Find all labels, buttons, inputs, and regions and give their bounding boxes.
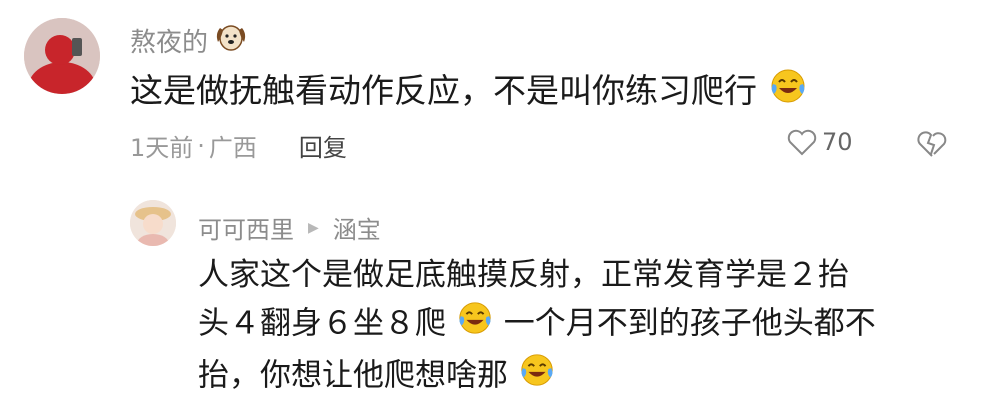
comment-author[interactable]: 熬夜的 xyxy=(130,22,248,59)
reply-line: 人家这个是做足底触摸反射，正常发育学是２抬 xyxy=(198,257,849,293)
comment-meta: 1天前 · 广西 回复 xyxy=(130,128,347,163)
reply-line-part: 一个月不到的孩子他头都不 xyxy=(503,305,876,342)
tears-of-joy-icon xyxy=(518,351,556,403)
avatar[interactable] xyxy=(24,18,100,94)
reply-line-part: 头４翻身６坐８爬 xyxy=(198,305,446,342)
comment-text: 这是做抚触看动作反应，不是叫你练习爬行 xyxy=(130,71,757,110)
like-button[interactable]: 70 xyxy=(786,128,853,156)
reply-text: 人家这个是做足底触摸反射，正常发育学是２抬 头４翻身６坐８爬 一个月不到的孩子他… xyxy=(198,252,876,403)
reply-author[interactable]: 可可西里 xyxy=(198,210,294,245)
dog-face-icon xyxy=(214,22,248,59)
reply-line: 头４翻身６坐８爬 一个月不到的孩子他头都不 xyxy=(198,299,876,351)
comment-text-row: 这是做抚触看动作反应，不是叫你练习爬行 xyxy=(130,66,808,119)
like-count: 70 xyxy=(822,128,853,156)
reply-line: 抬，你想让他爬想啥那 xyxy=(198,351,876,403)
heart-icon xyxy=(786,128,818,156)
comment-location: 广西 xyxy=(208,134,257,162)
meta-separator: · xyxy=(197,131,205,160)
reply-button[interactable]: 回复 xyxy=(299,128,347,163)
reply-arrow-icon: ▶ xyxy=(308,219,319,236)
broken-heart-icon xyxy=(916,131,948,162)
reply-line-part: 抬，你想让他爬想啥那 xyxy=(198,357,508,394)
comment-author-name: 熬夜的 xyxy=(130,28,209,58)
dislike-button[interactable] xyxy=(916,130,948,162)
tears-of-joy-icon xyxy=(768,66,808,119)
reply-author-row: 可可西里 ▶ 涵宝 xyxy=(198,210,381,245)
tears-of-joy-icon xyxy=(456,299,494,351)
comment-time: 1天前 xyxy=(130,134,194,162)
reply-to-author[interactable]: 涵宝 xyxy=(333,210,381,245)
reply-avatar[interactable] xyxy=(130,200,176,246)
